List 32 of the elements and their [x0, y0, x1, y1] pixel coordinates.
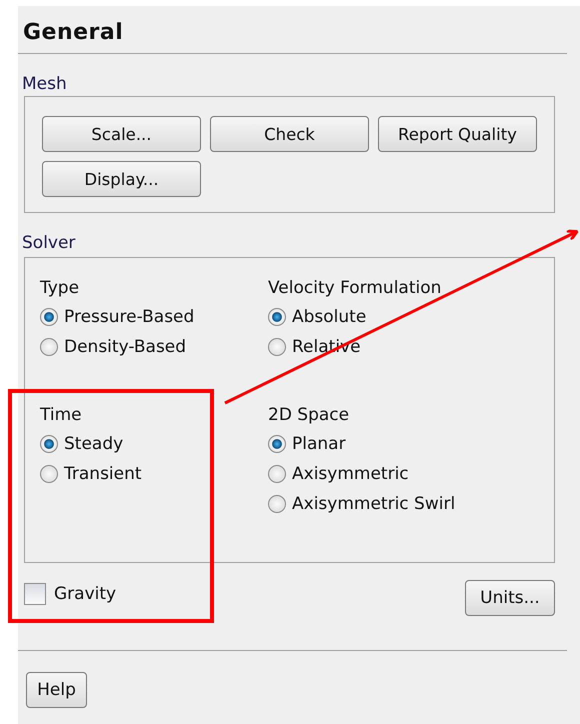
radio-label[interactable]: Density-Based — [64, 337, 186, 357]
mesh-button[interactable]: Report Quality — [378, 116, 537, 152]
radio-label[interactable]: Absolute — [292, 307, 366, 327]
radio-button[interactable] — [268, 435, 286, 453]
mesh-button[interactable]: Display... — [42, 161, 201, 197]
radio-button[interactable] — [268, 495, 286, 513]
group-label: 2D Space — [268, 405, 350, 427]
help-button[interactable]: Help — [26, 672, 87, 708]
radio-label[interactable]: Transient — [64, 464, 142, 484]
radio-button[interactable] — [268, 465, 286, 483]
radio-label[interactable]: Pressure-Based — [64, 307, 194, 327]
checkbox-label[interactable]: Gravity — [54, 584, 116, 604]
radio-label[interactable]: Planar — [292, 434, 346, 454]
section-label: Solver — [22, 233, 76, 255]
radio-button[interactable] — [268, 308, 286, 326]
radio-button[interactable] — [40, 435, 58, 453]
mesh-button[interactable]: Scale... — [42, 116, 201, 152]
group-label: Type — [40, 278, 80, 300]
radio-label[interactable]: Axisymmetric — [292, 464, 409, 484]
panel-title: General — [22, 20, 124, 47]
group-label: Velocity Formulation — [268, 278, 442, 300]
radio-button[interactable] — [40, 338, 58, 356]
checkbox[interactable] — [24, 583, 46, 605]
radio-button[interactable] — [268, 338, 286, 356]
group-label: Time — [40, 405, 83, 427]
radio-button[interactable] — [40, 465, 58, 483]
mesh-button[interactable]: Check — [210, 116, 369, 152]
radio-button[interactable] — [40, 308, 58, 326]
section-label: Mesh — [22, 74, 68, 96]
units-button[interactable]: Units... — [465, 580, 555, 616]
radio-label[interactable]: Steady — [64, 434, 124, 454]
radio-label[interactable]: Axisymmetric Swirl — [292, 494, 456, 514]
